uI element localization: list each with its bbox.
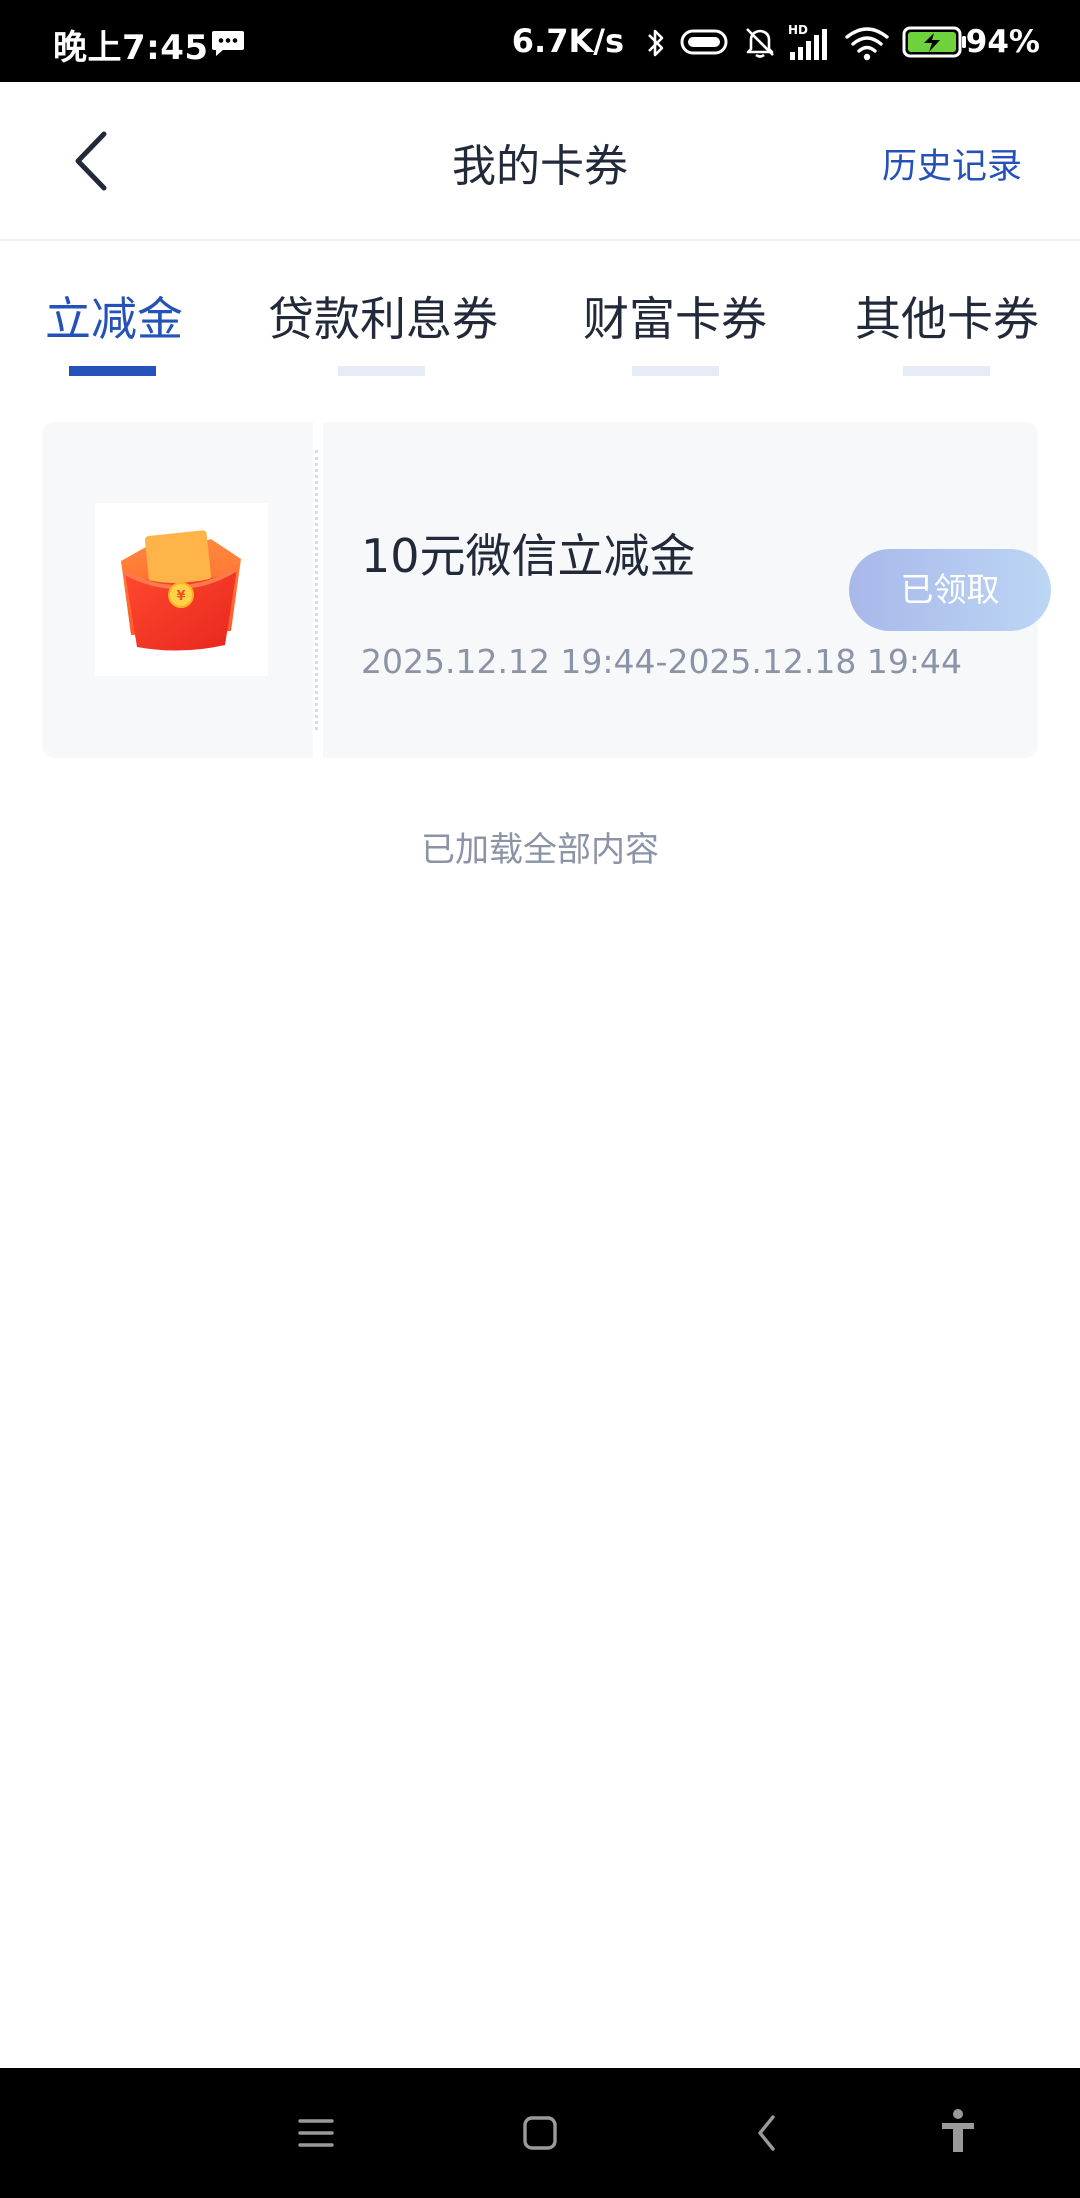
bluetooth-icon xyxy=(648,29,664,57)
menu-icon[interactable] xyxy=(296,2068,336,2198)
tab-label[interactable]: 其他卡券 xyxy=(855,283,1039,349)
system-nav-bar xyxy=(0,2068,1080,2198)
coupon-image-panel: ¥ xyxy=(42,422,313,758)
tab-label[interactable]: 贷款利息券 xyxy=(268,283,498,349)
accessibility-icon[interactable] xyxy=(938,2068,978,2198)
list-end-text: 已加载全部内容 xyxy=(421,830,659,870)
tab-active-indicator xyxy=(69,366,156,376)
claimed-button[interactable]: 已领取 xyxy=(849,549,1051,631)
coupon-divider xyxy=(315,450,318,730)
coupon-validity: 2025.12.12 19:44-2025.12.18 19:44 xyxy=(361,642,962,681)
svg-text:¥: ¥ xyxy=(176,589,185,604)
coupon-card[interactable]: ¥ 10元微信立减金 2025.12.12 19:44-2025.12.18 1… xyxy=(42,422,1051,758)
status-time: 晚上7:45 xyxy=(53,28,209,68)
message-icon xyxy=(212,31,244,56)
mute-bell-icon xyxy=(746,28,774,58)
mobile-data-icon xyxy=(680,29,728,55)
coupon-info-panel: 10元微信立减金 2025.12.12 19:44-2025.12.18 19:… xyxy=(323,422,1051,758)
tab-indicator xyxy=(338,366,425,376)
battery-percentage: 94% xyxy=(965,24,1040,60)
status-bar: 晚上7:45 6.7K/s HD 94% xyxy=(0,0,1080,82)
coupon-tabs: 立减金 贷款利息券 财富卡券 其他卡券 xyxy=(0,241,1080,391)
page-header: 我的卡券 历史记录 xyxy=(0,82,1080,241)
red-envelope-icon: ¥ xyxy=(121,530,241,651)
tab-label[interactable]: 财富卡券 xyxy=(583,283,767,349)
home-icon[interactable] xyxy=(520,2068,560,2198)
coupon-thumbnail: ¥ xyxy=(95,503,268,676)
status-indicators: 6.7K/s HD 94% xyxy=(512,0,1080,82)
tab-label[interactable]: 立减金 xyxy=(45,283,183,349)
back-icon[interactable] xyxy=(752,2068,782,2198)
tab-indicator xyxy=(632,366,719,376)
history-button[interactable]: 历史记录 xyxy=(882,138,1022,189)
network-speed: 6.7K/s xyxy=(511,22,624,60)
battery-charging-icon xyxy=(902,26,966,58)
svg-text:HD: HD xyxy=(788,23,808,37)
hd-signal-icon: HD xyxy=(788,23,827,60)
tab-indicator xyxy=(903,366,990,376)
wifi-icon xyxy=(845,27,889,61)
coupon-title: 10元微信立减金 xyxy=(361,529,696,583)
